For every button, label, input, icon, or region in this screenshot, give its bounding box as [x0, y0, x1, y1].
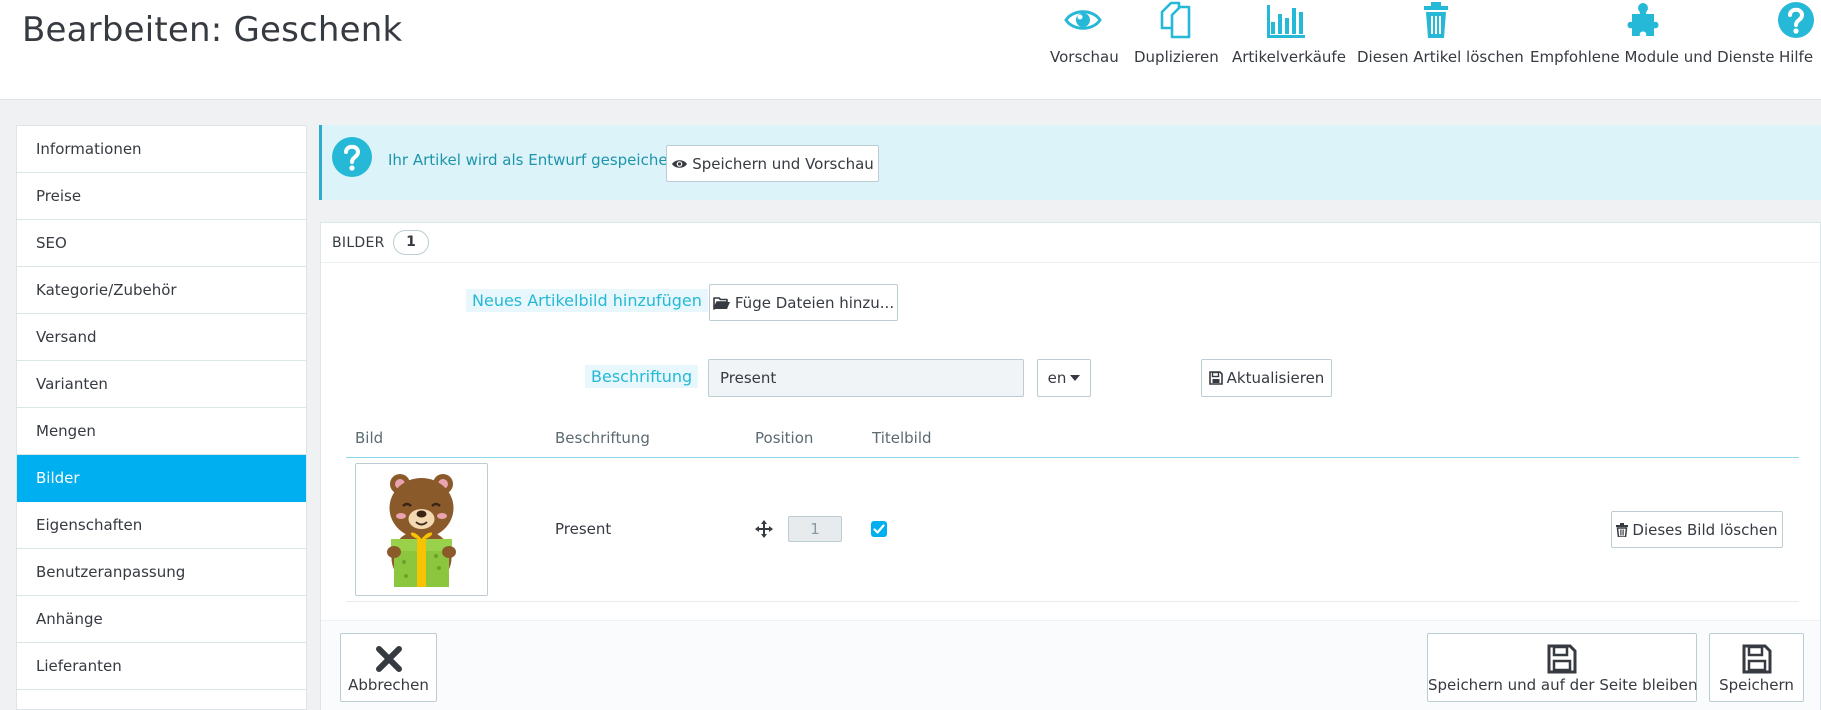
caret-down-icon — [1070, 375, 1081, 381]
delete-product-label: Diesen Artikel löschen — [1357, 48, 1524, 66]
trash-icon — [1616, 522, 1629, 537]
update-caption-button[interactable]: Aktualisieren — [1201, 359, 1332, 397]
duplicate-button[interactable]: Duplizieren — [1134, 0, 1219, 66]
sidebar-item-mengen[interactable]: Mengen — [17, 408, 306, 455]
column-header-position: Position — [755, 429, 814, 447]
table-row-divider — [346, 601, 1799, 602]
sidebar-item-anhaenge[interactable]: Anhänge — [17, 596, 306, 643]
save-and-stay-label: Speichern und auf der Seite bleiben — [1428, 676, 1698, 694]
table-header-divider — [346, 457, 1799, 458]
caption-label: Beschriftung — [585, 365, 699, 388]
panel-heading: BILDER 1 — [321, 223, 1820, 263]
preview-button[interactable]: Vorschau — [1050, 0, 1119, 66]
folder-open-icon — [713, 296, 730, 310]
sidebar-item-informationen[interactable]: Informationen — [17, 126, 306, 173]
page-title: Bearbeiten: Geschenk — [22, 10, 403, 50]
caption-input[interactable]: Present — [708, 359, 1024, 397]
cover-image-checkbox[interactable] — [871, 521, 887, 537]
add-image-label: Neues Artikelbild hinzufügen — [466, 289, 708, 312]
save-icon — [1547, 644, 1577, 674]
close-icon — [375, 646, 402, 672]
sidebar-item-benutzeranpassung[interactable]: Benutzeranpassung — [17, 549, 306, 596]
trash-icon — [1423, 2, 1448, 38]
save-and-preview-button[interactable]: Speichern und Vorschau — [666, 145, 879, 182]
save-icon — [1742, 644, 1771, 674]
sidebar-item-lieferanten[interactable]: Lieferanten — [17, 643, 306, 690]
save-and-preview-label: Speichern und Vorschau — [692, 154, 874, 173]
help-button[interactable]: Hilfe — [1776, 0, 1816, 66]
sidebar-item-seo[interactable]: SEO — [17, 220, 306, 267]
column-header-bild: Bild — [355, 429, 384, 447]
save-button[interactable]: Speichern — [1709, 633, 1804, 702]
save-label: Speichern — [1719, 676, 1794, 694]
panel-title: BILDER — [332, 235, 385, 251]
question-icon — [332, 137, 372, 177]
draft-info-alert: Ihr Artikel wird als Entwurf gespeichert… — [319, 125, 1821, 200]
teddy-bear-with-gift-image — [387, 474, 456, 587]
sidebar-item-varianten[interactable]: Varianten — [17, 361, 306, 408]
eye-icon — [1064, 10, 1102, 30]
column-header-titelbild: Titelbild — [872, 429, 932, 447]
page-header: Bearbeiten: Geschenk Vorschau Dupliziere… — [0, 0, 1821, 100]
images-panel: BILDER 1 Neues Artikelbild hinzufügen Fü… — [320, 222, 1821, 710]
recommended-modules-label: Empfohlene Module und Dienste — [1530, 48, 1775, 66]
checkmark-icon — [873, 524, 885, 534]
draft-message: Ihr Artikel wird als Entwurf gespeichert… — [388, 151, 685, 169]
help-label: Hilfe — [1778, 48, 1814, 66]
product-tabs-sidebar: Informationen Preise SEO Kategorie/Zubeh… — [16, 125, 307, 710]
sidebar-item-kategorie[interactable]: Kategorie/Zubehör — [17, 267, 306, 314]
duplicate-label: Duplizieren — [1134, 48, 1219, 66]
sidebar-item-bilder[interactable]: Bilder — [17, 455, 306, 502]
sidebar-item-eigenschaften[interactable]: Eigenschaften — [17, 502, 306, 549]
language-dropdown[interactable]: en — [1037, 359, 1091, 397]
product-image-thumbnail[interactable] — [355, 463, 488, 596]
cancel-button[interactable]: Abbrechen — [340, 633, 437, 702]
preview-label: Vorschau — [1050, 48, 1119, 66]
sales-label: Artikelverkäufe — [1232, 48, 1346, 66]
language-label: en — [1047, 369, 1067, 387]
delete-image-button[interactable]: Dieses Bild löschen — [1611, 511, 1783, 548]
column-header-beschriftung: Beschriftung — [555, 429, 650, 447]
image-count-badge: 1 — [393, 230, 429, 255]
bar-chart-icon — [1267, 5, 1305, 38]
sidebar-item-preise[interactable]: Preise — [17, 173, 306, 220]
position-input[interactable]: 1 — [788, 516, 842, 542]
cancel-label: Abbrechen — [348, 676, 429, 694]
help-icon — [1778, 2, 1814, 38]
image-caption-cell: Present — [555, 520, 612, 538]
delete-product-button[interactable]: Diesen Artikel löschen — [1357, 0, 1524, 66]
delete-image-label: Dieses Bild löschen — [1632, 520, 1778, 539]
sidebar-item-cut-off[interactable] — [17, 690, 306, 710]
puzzle-icon — [1627, 3, 1659, 36]
copy-icon — [1160, 1, 1191, 39]
add-files-button[interactable]: Füge Dateien hinzu... — [709, 284, 898, 321]
save-icon — [1208, 371, 1223, 385]
save-and-stay-button[interactable]: Speichern und auf der Seite bleiben — [1427, 633, 1697, 702]
sales-button[interactable]: Artikelverkäufe — [1232, 0, 1346, 66]
panel-footer: Abbrechen Speichern und auf der Seite bl… — [321, 620, 1820, 710]
eye-icon — [672, 159, 688, 168]
recommended-modules-button[interactable]: Empfohlene Module und Dienste — [1530, 0, 1775, 66]
sidebar-item-versand[interactable]: Versand — [17, 314, 306, 361]
drag-move-icon[interactable] — [755, 520, 773, 538]
add-files-label: Füge Dateien hinzu... — [734, 293, 895, 312]
update-caption-label: Aktualisieren — [1226, 369, 1325, 387]
